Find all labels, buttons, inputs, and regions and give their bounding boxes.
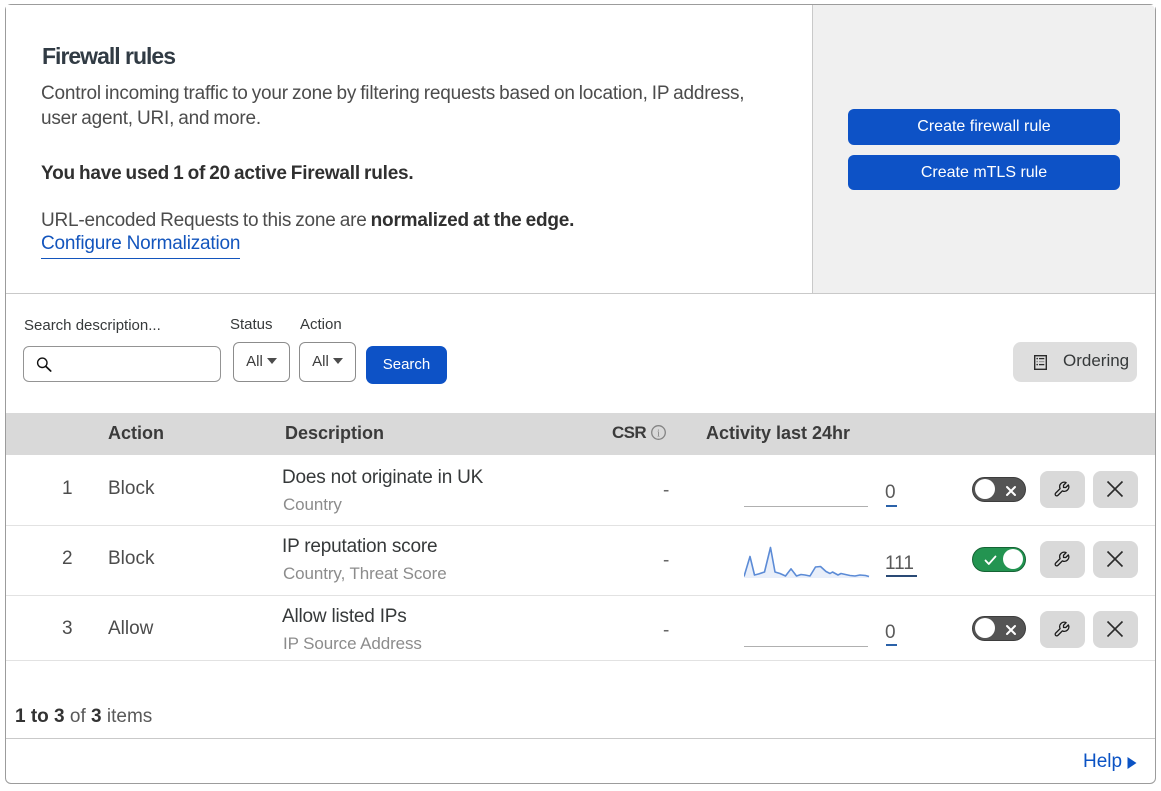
svg-text:i: i xyxy=(657,427,660,439)
